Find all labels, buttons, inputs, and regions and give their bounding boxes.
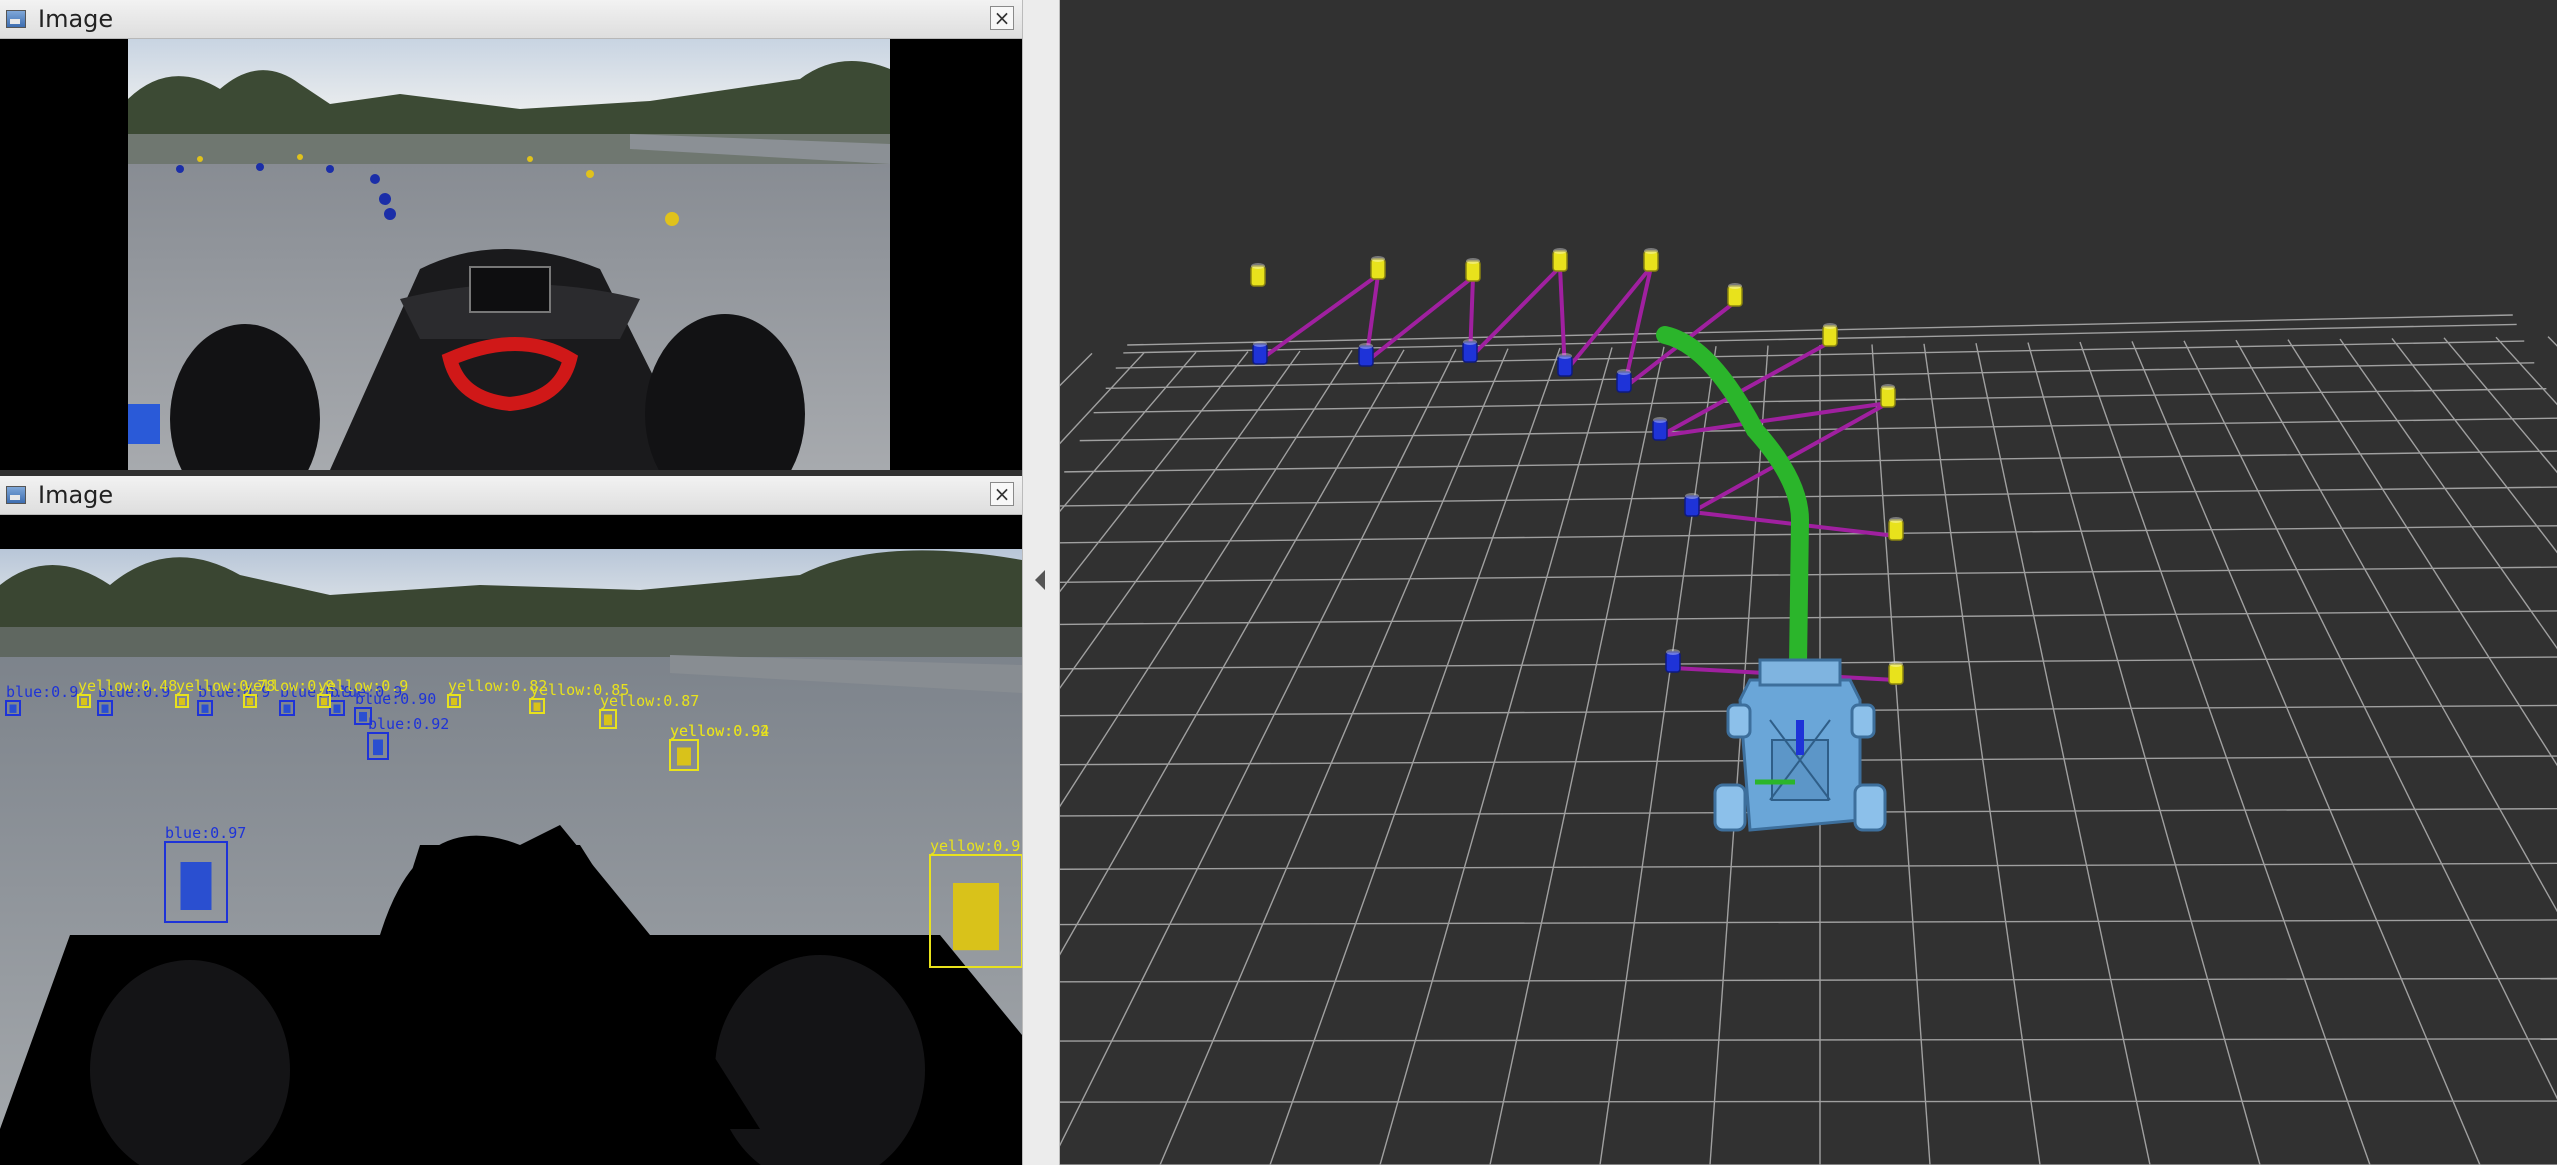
cone: [179, 698, 185, 706]
yellow-cone-marker: [1643, 248, 1659, 272]
cone: [321, 698, 327, 706]
cone: [451, 698, 457, 706]
detection-label: blue:0.97: [165, 824, 246, 842]
blue-cone-marker: [1616, 369, 1632, 393]
cone: [677, 747, 691, 766]
cone: [201, 704, 209, 713]
blue-cone-marker: [1684, 493, 1700, 517]
window-icon: [6, 10, 26, 28]
detection-label: yellow:0.48: [78, 677, 177, 695]
yellow-cone-marker: [1465, 258, 1481, 282]
grid-line: [1127, 314, 2513, 346]
grid-line: [1060, 1100, 2557, 1103]
grid-line: [1060, 566, 2557, 584]
cone: [101, 704, 109, 713]
3d-visualization-view[interactable]: [1060, 0, 2557, 1165]
image-window-bottom: Image × blue:0.9 blue:0.9 yellow:0.48 bl…: [0, 476, 1022, 1165]
cone: [333, 704, 341, 713]
grid-line: [1060, 350, 1353, 808]
blue-cone-marker: [1557, 353, 1573, 377]
grid-line: [2339, 338, 2557, 650]
yellow-cone-marker: [1880, 384, 1896, 408]
cone: [81, 698, 87, 706]
detection-label: yellow:0.87: [600, 692, 699, 710]
cone: [533, 702, 541, 711]
grid-line: [1871, 344, 1931, 1165]
grid-line: [2391, 337, 2557, 554]
cone: [359, 712, 367, 722]
grid-line: [1060, 862, 2557, 870]
close-icon[interactable]: ×: [990, 482, 1014, 506]
image-window-top: Image ×: [0, 0, 1022, 470]
grid-line: [1060, 352, 1145, 445]
blue-cone-marker: [1462, 339, 1478, 363]
grid-line: [1060, 486, 2557, 507]
cone-link: [1364, 275, 1475, 364]
grid-line: [2443, 337, 2557, 474]
car-model: [1713, 658, 1887, 832]
grid-line: [1060, 352, 1093, 387]
blue-cone-marker: [1358, 343, 1374, 367]
grid-line: [1599, 346, 1717, 1165]
cone: [180, 862, 212, 910]
yellow-cone-marker: [1370, 256, 1386, 280]
yellow-cone-marker: [1727, 283, 1743, 307]
blue-cone-marker: [1652, 417, 1668, 441]
grid-line: [1923, 343, 2041, 1165]
yellow-cone-marker: [1888, 661, 1904, 685]
camera-frame: [128, 39, 890, 470]
window-titlebar[interactable]: Image ×: [0, 476, 1022, 515]
grid-line: [2235, 339, 2557, 913]
grid-line: [2287, 339, 2557, 767]
detection-label: blue:0.92: [368, 715, 449, 733]
cone: [953, 883, 999, 951]
detection-image-view: blue:0.9 blue:0.9 yellow:0.48 blue:0.9 yello…: [0, 515, 1022, 1165]
detection-label: blue:0.9: [6, 683, 78, 701]
grid-line: [1060, 350, 1301, 690]
detection-label: yellow:0.91: [930, 837, 1022, 855]
camera-frame: [0, 549, 1022, 1165]
collapse-arrow-icon[interactable]: [1035, 570, 1045, 590]
grid-line: [1060, 351, 1197, 513]
grid-line: [2183, 340, 2557, 1100]
grid-line: [1159, 348, 1509, 1165]
window-titlebar[interactable]: Image ×: [0, 0, 1022, 39]
grid-line: [1060, 977, 2557, 983]
grid-line: [1060, 610, 2557, 626]
yellow-cone-marker: [1250, 263, 1266, 287]
blue-cone-marker: [1665, 649, 1681, 673]
cone: [283, 704, 291, 713]
grid-line: [1060, 919, 2557, 926]
yellow-cone-marker: [1822, 323, 1838, 347]
window-title: Image: [38, 481, 114, 509]
cone: [9, 704, 17, 713]
detection-label: yellow:0.94: [670, 722, 769, 740]
grid-line: [1060, 351, 1249, 593]
grid-line: [2547, 336, 2557, 347]
yellow-cone-marker: [1888, 517, 1904, 541]
cone-link: [1659, 401, 1889, 438]
window-title: Image: [38, 5, 114, 33]
blue-cone-marker: [1252, 341, 1268, 365]
cone: [373, 739, 383, 756]
yellow-cone-marker: [1552, 248, 1568, 272]
grid-line: [1060, 1038, 2557, 1042]
detection-label: blue:0.90: [355, 690, 436, 708]
cone: [247, 698, 253, 706]
grid-line: [1064, 450, 2557, 473]
cone: [604, 714, 612, 726]
close-icon[interactable]: ×: [990, 6, 1014, 30]
window-icon: [6, 486, 26, 504]
camera-image-view: [0, 39, 1022, 470]
